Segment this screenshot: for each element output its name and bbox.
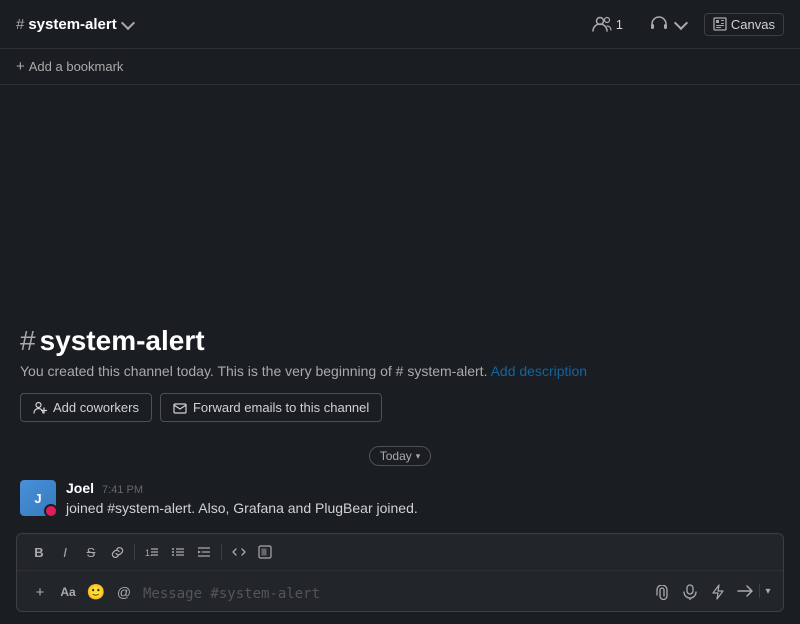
add-button[interactable]: + [27, 579, 53, 605]
message-text: joined #system-alert. Also, Grafana and … [66, 498, 780, 519]
messages-area: J Joel 7:41 PM joined #system-alert. Als… [0, 474, 800, 525]
channel-title[interactable]: # system-alert [16, 16, 133, 33]
avatar-badge [44, 504, 56, 516]
date-label: Today [380, 449, 412, 463]
channel-dropdown-icon[interactable] [121, 15, 135, 29]
input-area: B I S 1. [0, 525, 800, 624]
formatting-bar: B I S 1. [17, 534, 783, 571]
input-actions-right [649, 579, 731, 605]
audio-button[interactable] [677, 579, 703, 605]
send-button[interactable] [731, 577, 759, 605]
channel-name: system-alert [28, 16, 116, 33]
huddle-button[interactable] [641, 10, 694, 38]
canvas-button[interactable]: Canvas [704, 13, 784, 36]
ordered-list-icon: 1. [145, 545, 159, 559]
ordered-list-button[interactable]: 1. [140, 540, 164, 564]
channel-intro: # system-alert You created this channel … [0, 85, 800, 438]
input-actions-left: + Aa 🙂 @ [27, 579, 137, 605]
microphone-icon [683, 584, 697, 600]
send-arrow-icon [736, 582, 754, 600]
header-left: # system-alert [16, 16, 133, 33]
intro-hash-icon: # [20, 325, 36, 357]
avatar-image: J [20, 480, 56, 516]
date-divider: Today ▾ [0, 438, 800, 474]
person-add-icon [33, 401, 47, 415]
members-icon [592, 16, 612, 32]
members-button[interactable]: 1 [584, 12, 631, 36]
unordered-list-button[interactable] [166, 540, 190, 564]
plus-icon: + [16, 58, 25, 75]
emoji-button[interactable]: 🙂 [83, 579, 109, 605]
channel-hash-icon: # [16, 16, 24, 33]
strikethrough-button[interactable]: S [79, 540, 103, 564]
avatar-initials: J [34, 491, 41, 506]
attach-file-button[interactable] [649, 579, 675, 605]
add-coworkers-button[interactable]: Add coworkers [20, 393, 152, 422]
fmt-divider-2 [221, 544, 222, 560]
message-content: Joel 7:41 PM joined #system-alert. Also,… [66, 480, 780, 519]
lightning-icon [711, 584, 725, 600]
header-right: 1 Canvas [584, 10, 784, 38]
main-content: # system-alert You created this channel … [0, 85, 800, 624]
forward-emails-button[interactable]: Forward emails to this channel [160, 393, 382, 422]
members-count: 1 [616, 17, 623, 32]
shortcuts-button[interactable] [705, 579, 731, 605]
input-row: + Aa 🙂 @ [17, 571, 783, 611]
add-icon: + [36, 584, 45, 601]
avatar: J [20, 480, 56, 516]
italic-button[interactable]: I [53, 540, 77, 564]
code-icon [232, 545, 246, 559]
canvas-icon [713, 17, 727, 31]
channel-intro-description: You created this channel today. This is … [20, 363, 780, 379]
message-header: Joel 7:41 PM [66, 480, 780, 496]
add-bookmark-button[interactable]: + Add a bookmark [16, 58, 123, 75]
link-button[interactable] [105, 540, 129, 564]
emoji-icon: 🙂 [87, 583, 106, 601]
add-coworkers-label: Add coworkers [53, 400, 139, 415]
intro-desc-text: You created this channel today. This is … [20, 363, 392, 379]
text-format-button[interactable]: Aa [55, 579, 81, 605]
text-icon: Aa [60, 585, 75, 599]
message-input-box: B I S 1. [16, 533, 784, 612]
table-row: J Joel 7:41 PM joined #system-alert. Als… [20, 474, 780, 525]
add-bookmark-label: Add a bookmark [29, 59, 124, 74]
unordered-list-icon [171, 545, 185, 559]
intro-actions: Add coworkers Forward emails to this cha… [20, 393, 780, 422]
header: # system-alert 1 [0, 0, 800, 49]
indent-button[interactable] [192, 540, 216, 564]
block-icon [258, 545, 272, 559]
channel-intro-title: # system-alert [20, 325, 780, 357]
attach-icon [655, 585, 670, 600]
bookmark-bar: + Add a bookmark [0, 49, 800, 85]
add-description-link[interactable]: Add description [491, 363, 588, 379]
send-dropdown-icon[interactable]: ▾ [759, 584, 773, 598]
email-icon [173, 401, 187, 415]
intro-channel-name: system-alert [40, 325, 205, 357]
forward-emails-label: Forward emails to this channel [193, 400, 369, 415]
intro-channel-ref: # system-alert. [396, 363, 488, 379]
headphone-icon [649, 14, 669, 34]
code-button[interactable] [227, 540, 251, 564]
block-button[interactable] [253, 540, 277, 564]
bold-button[interactable]: B [27, 540, 51, 564]
indent-icon [197, 545, 211, 559]
link-icon [111, 546, 124, 559]
at-icon: @ [117, 584, 131, 600]
send-area: ▾ [731, 577, 773, 605]
date-chevron-icon: ▾ [416, 451, 421, 462]
message-time: 7:41 PM [102, 484, 143, 496]
date-badge[interactable]: Today ▾ [369, 446, 432, 466]
fmt-divider-1 [134, 544, 135, 560]
message-author: Joel [66, 480, 94, 496]
huddle-dropdown-icon[interactable] [674, 15, 688, 29]
canvas-label: Canvas [731, 17, 775, 32]
mention-button[interactable]: @ [111, 579, 137, 605]
message-input[interactable] [143, 585, 649, 605]
